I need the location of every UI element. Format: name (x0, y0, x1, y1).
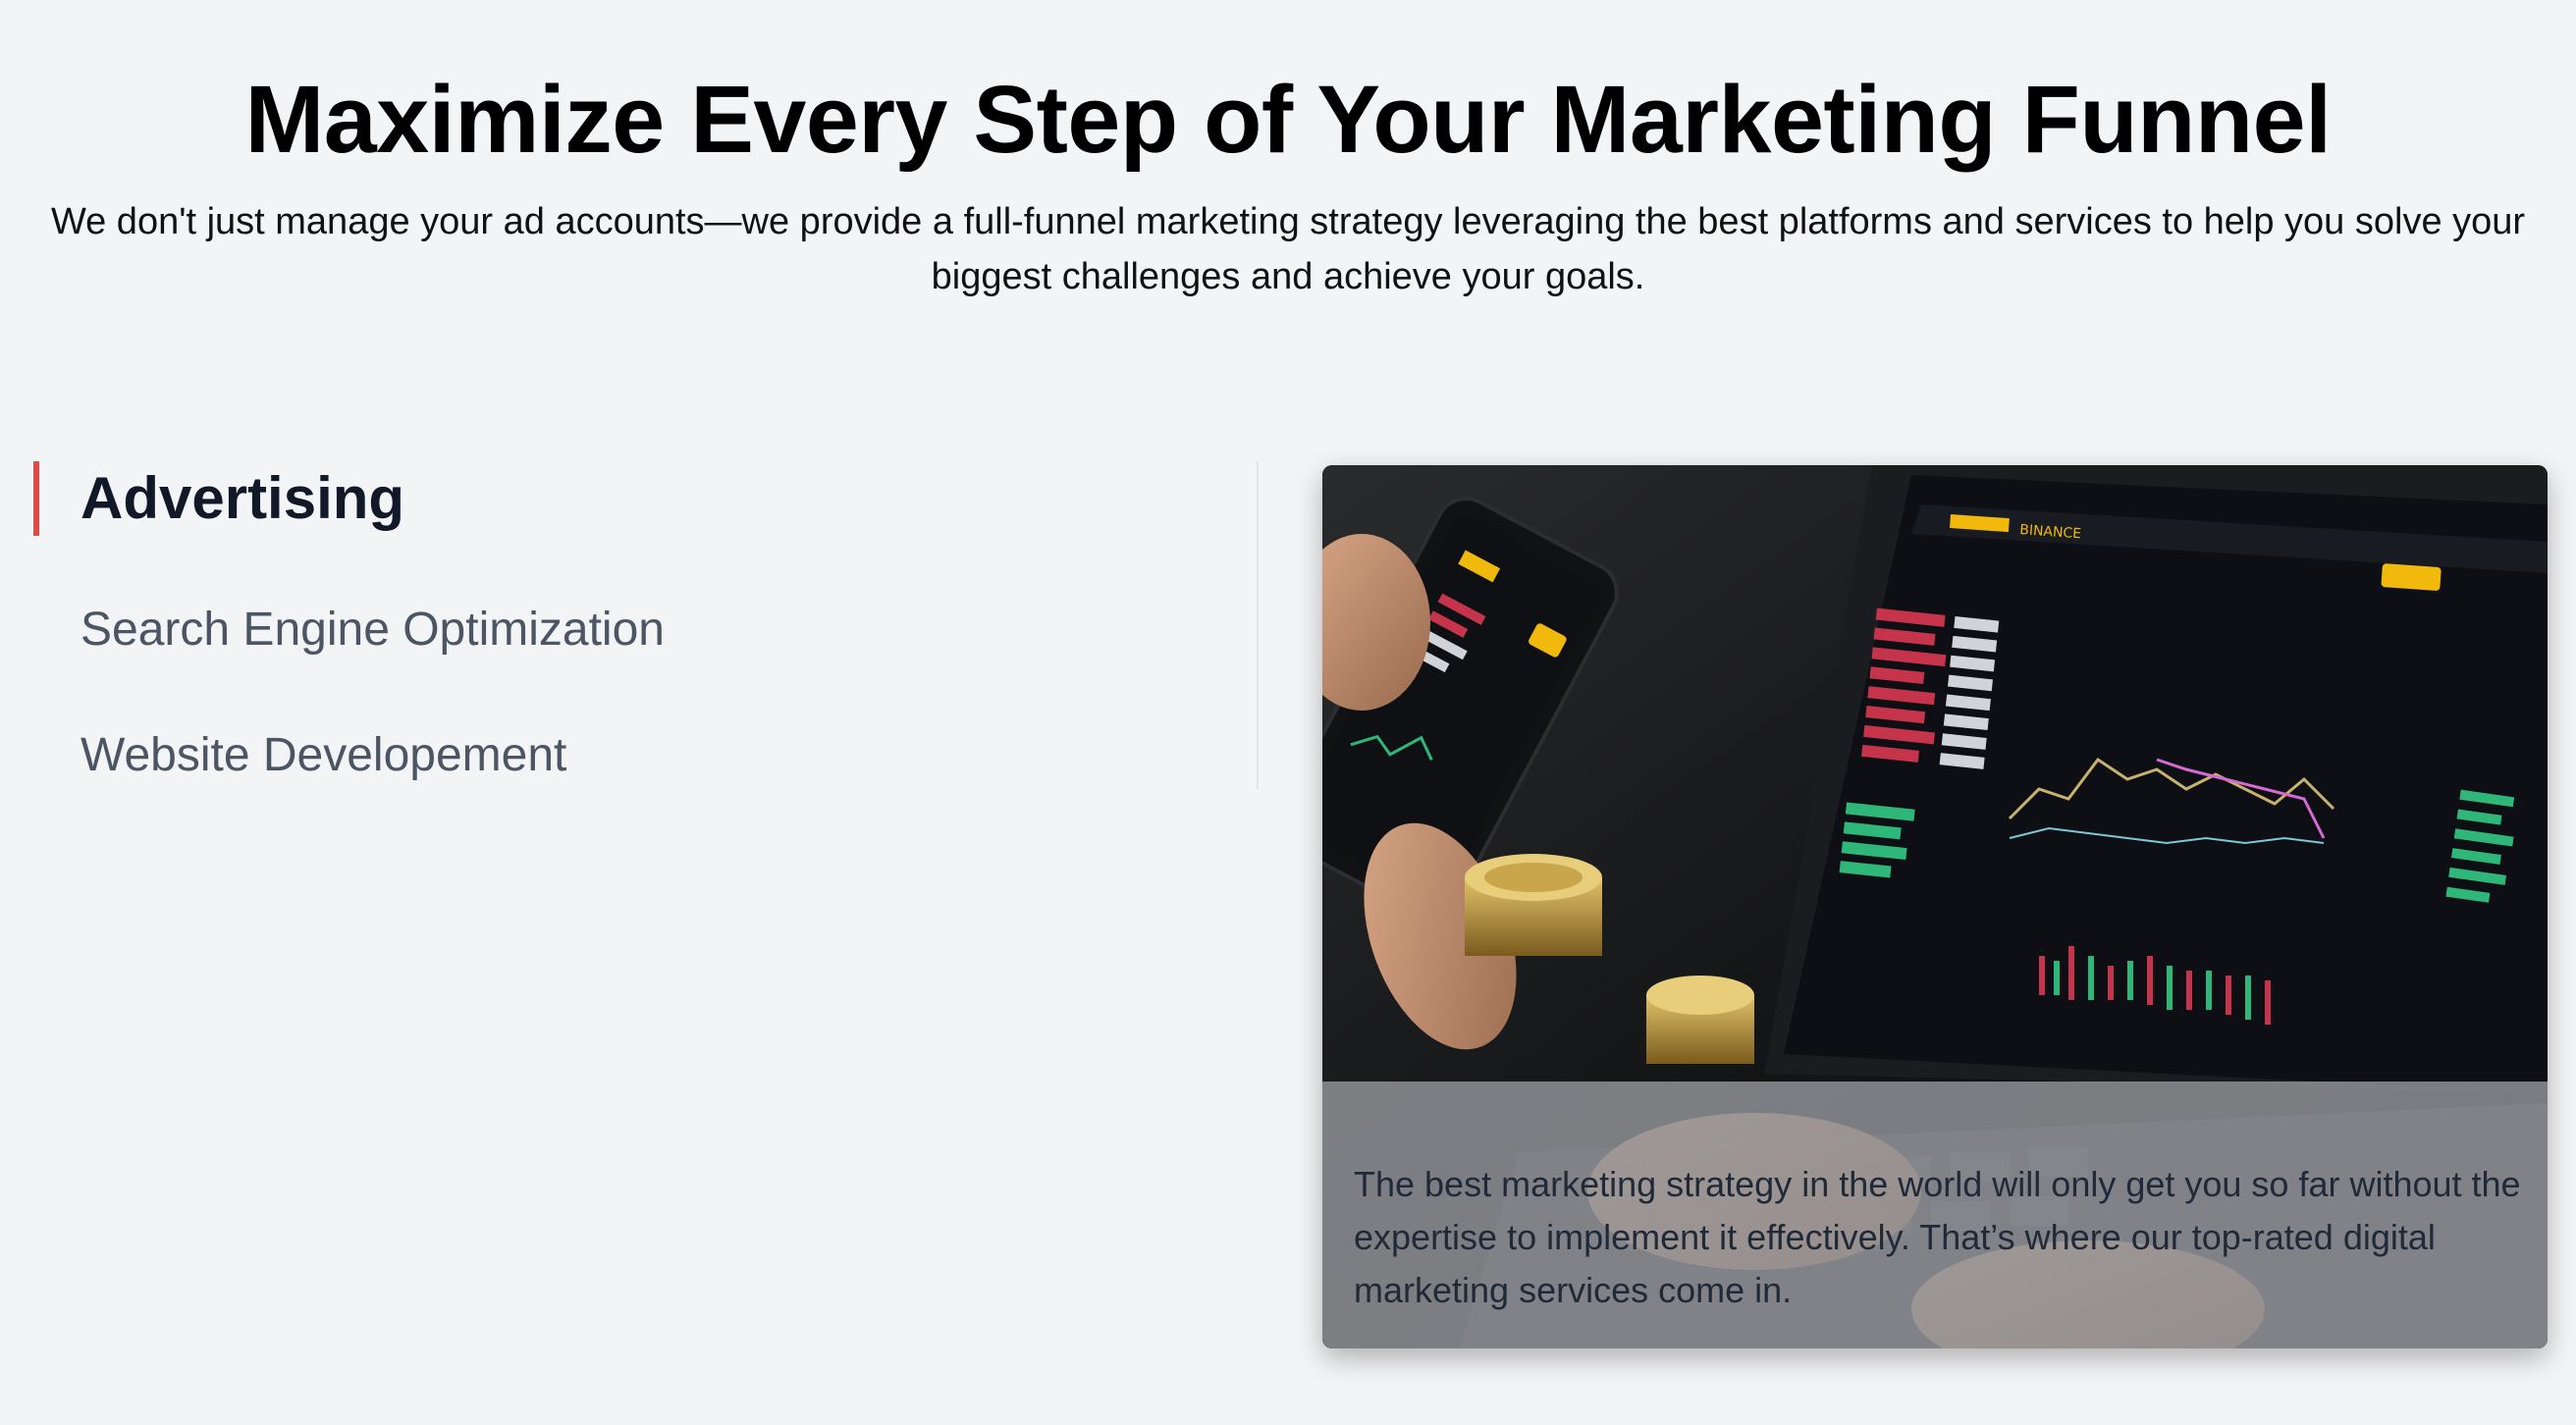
page-subtitle: We don't just manage your ad accounts—we… (50, 201, 2526, 297)
tab-advertising[interactable]: Advertising (33, 461, 404, 536)
service-tabs: Advertising Search Engine Optimization W… (0, 461, 1259, 789)
tab-search-engine-optimization[interactable]: Search Engine Optimization (33, 601, 665, 660)
card-caption: The best marketing strategy in the world… (1354, 1164, 2521, 1310)
tab-website-development[interactable]: Website Developement (33, 726, 566, 785)
page-title: Maximize Every Step of Your Marketing Fu… (244, 66, 2332, 173)
feature-card: BINANCE The best marketing strategy in t… (1322, 465, 2548, 1348)
